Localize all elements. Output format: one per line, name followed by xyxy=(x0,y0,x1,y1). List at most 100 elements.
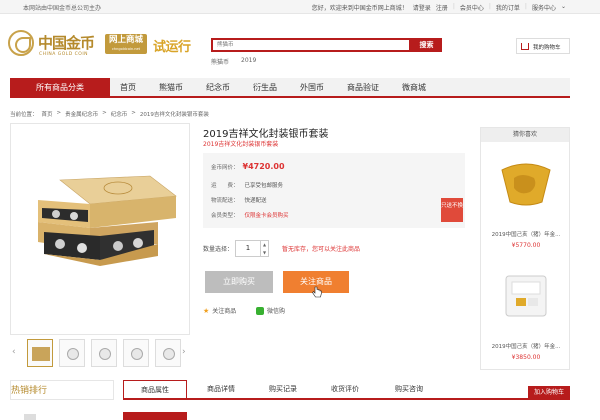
thumbnail-strip: ‹ › xyxy=(10,339,190,369)
recommend-item[interactable]: 2019中国己亥（猪）年金... ¥5770.00 xyxy=(481,144,571,254)
tab-inquiry[interactable]: 购买咨询 xyxy=(381,380,437,398)
thumbnail[interactable] xyxy=(123,339,149,367)
search-button[interactable]: 搜索 xyxy=(411,38,442,52)
thumbnail[interactable] xyxy=(59,339,85,367)
buy-now-button[interactable]: 立即购买 xyxy=(205,271,273,293)
thumbnail-image xyxy=(67,348,79,360)
my-orders-link[interactable]: 我的订单 xyxy=(496,3,520,12)
nav-item-wechat-mall[interactable]: 微商城 xyxy=(402,78,426,98)
recommend-item[interactable]: 2019中国己亥（猪）年金... ¥3850.00 xyxy=(481,254,571,364)
favorite-link[interactable]: ★ 关注商品 xyxy=(203,306,237,316)
mall-label: 网上商城 xyxy=(108,35,143,45)
breadcrumb-sep: > xyxy=(131,110,136,116)
tab-reviews[interactable]: 收货评价 xyxy=(317,380,373,398)
breadcrumb-commemorative[interactable]: 纪念币 xyxy=(111,110,128,118)
no-exchange-badge: 只送不换 xyxy=(441,198,463,222)
chevron-left-icon[interactable]: ‹ xyxy=(12,347,16,357)
detail-tabs: 商品属性 商品详情 购买记录 收货评价 购买咨询 xyxy=(123,380,570,400)
logo-name-cn: 中国金币 xyxy=(38,34,95,52)
delivery-row: 物流配送： 快递配送 xyxy=(211,196,267,204)
tab-attributes[interactable]: 商品属性 xyxy=(123,380,187,398)
recommend-item-name: 2019中国己亥（猪）年金... xyxy=(491,344,561,350)
section-header-bar xyxy=(123,412,187,420)
hot-keywords: 熊猫币 2019 xyxy=(211,57,256,66)
add-to-cart-button[interactable]: 加入购物车 xyxy=(528,386,570,400)
quantity-label: 数量选择： xyxy=(203,246,234,253)
top-links: 您好，欢迎来到中国金币网上商城！ 请登录 注册 | 会员中心 | 我的订单 | … xyxy=(312,3,566,12)
quantity-stepper[interactable]: ▲ ▼ xyxy=(261,240,269,257)
recommend-item-price: ¥3850.00 xyxy=(511,354,541,361)
product-box-image xyxy=(38,175,177,266)
wechat-icon xyxy=(256,306,264,315)
search-input[interactable] xyxy=(213,40,409,50)
mall-domain: chngoldcoin.net xyxy=(111,47,141,51)
favorite-label: 关注商品 xyxy=(212,308,237,315)
member-label: 会员类型： xyxy=(211,213,239,219)
price-panel: 金币网价： ¥4720.00 运 费： 已享受包邮服务 物流配送： 快递配送 会员类型… xyxy=(203,153,465,228)
quantity-input[interactable]: 1 xyxy=(235,240,261,257)
hot-keyword[interactable]: 2019 xyxy=(241,57,256,66)
thumbnail-image xyxy=(163,348,175,360)
divider: | xyxy=(452,3,455,10)
price-label: 金币网价： xyxy=(211,165,239,171)
recommend-header: 猜你喜欢 xyxy=(481,128,569,142)
shipping-row: 运 费： 已享受包邮服务 xyxy=(211,181,283,189)
nav-item-commemorative[interactable]: 纪念币 xyxy=(206,78,230,98)
stock-notice: 暂无库存，您可以关注此商品 xyxy=(282,246,361,253)
product-thumbnail xyxy=(505,275,547,317)
site-logo[interactable]: 中国金币 CHINA GOLD COIN 网上商城 chngoldcoin.ne… xyxy=(8,30,198,66)
nav-item-panda[interactable]: 熊猫币 xyxy=(159,78,183,98)
breadcrumb-prefix: 当前位置： xyxy=(10,112,38,118)
search-box xyxy=(211,38,411,52)
nav-item-home[interactable]: 首页 xyxy=(120,78,136,98)
main-nav: 所有商品分类 首页 熊猫币 纪念币 衍生品 外国币 商品验证 微商城 xyxy=(10,78,570,98)
breadcrumb-home[interactable]: 首页 xyxy=(42,110,53,118)
cart-button[interactable]: 我的购物车 xyxy=(516,38,570,54)
bottom-section: 热销排行 商品属性 商品详情 购买记录 收货评价 购买咨询 加入购物车 xyxy=(10,380,570,420)
logo-name-en: CHINA GOLD COIN xyxy=(39,52,89,57)
site-notice: 本网站由中国金币总公司主办 xyxy=(23,5,102,12)
breadcrumb-precious-metal[interactable]: 贵金属纪念币 xyxy=(65,110,98,118)
price-row: 金币网价： ¥4720.00 xyxy=(211,162,285,171)
all-categories-button[interactable]: 所有商品分类 xyxy=(10,78,110,98)
shipping-value: 已享受包邮服务 xyxy=(244,183,284,189)
mall-badge: 网上商城 chngoldcoin.net xyxy=(105,34,147,54)
welcome-text: 您好，欢迎来到中国金币网上商城！ xyxy=(311,5,408,12)
hot-keyword[interactable]: 熊猫币 xyxy=(211,57,229,66)
divider: | xyxy=(488,3,491,10)
product-thumbnail xyxy=(501,163,551,206)
nav-item-derivatives[interactable]: 衍生品 xyxy=(253,78,277,98)
service-center-link[interactable]: 服务中心 xyxy=(532,3,556,12)
nav-item-foreign[interactable]: 外国币 xyxy=(300,78,324,98)
breadcrumb-sep: > xyxy=(56,110,62,116)
nav-item-verify[interactable]: 商品验证 xyxy=(347,78,379,98)
wechat-buy-link[interactable]: 微信购 xyxy=(256,306,285,315)
member-row: 会员类型： 仅限金卡会员购买 xyxy=(211,211,289,219)
recommend-item-name: 2019中国己亥（猪）年金... xyxy=(491,232,561,238)
chevron-down-icon[interactable]: ⌄ xyxy=(561,3,566,12)
thumbnail[interactable] xyxy=(27,339,53,367)
price-value: ¥4720.00 xyxy=(242,162,285,171)
trial-badge: 试运行 xyxy=(153,40,191,55)
product-subtitle: 2019吉祥文化封装银币套装 xyxy=(203,141,279,148)
breadcrumb: 当前位置： 首页 > 贵金属纪念币 > 纪念币 > 2019吉祥文化封装银币套装 xyxy=(10,110,209,118)
hot-ranking-header: 热销排行 xyxy=(10,380,114,400)
product-title: 2019吉祥文化封装银币套装 xyxy=(203,129,329,140)
thumbnail[interactable] xyxy=(91,339,117,367)
coin-logo-icon xyxy=(8,30,34,56)
delivery-value: 快递配送 xyxy=(244,198,267,204)
login-link[interactable]: 请登录 xyxy=(413,3,431,12)
member-value: 仅限金卡会员购买 xyxy=(244,213,289,219)
tab-details[interactable]: 商品详情 xyxy=(193,380,249,398)
thumbnail[interactable] xyxy=(155,339,181,367)
chevron-right-icon[interactable]: › xyxy=(182,347,186,357)
delivery-label: 物流配送： xyxy=(211,198,239,204)
breadcrumb-sep: > xyxy=(102,110,107,116)
thumbnail-image xyxy=(99,348,111,360)
star-icon: ★ xyxy=(203,306,210,315)
register-link[interactable]: 注册 xyxy=(436,3,448,12)
member-center-link[interactable]: 会员中心 xyxy=(460,3,484,12)
recommend-item-price: ¥5770.00 xyxy=(511,242,541,249)
tab-purchase-records[interactable]: 购买记录 xyxy=(255,380,311,398)
wechat-label: 微信购 xyxy=(267,308,286,315)
